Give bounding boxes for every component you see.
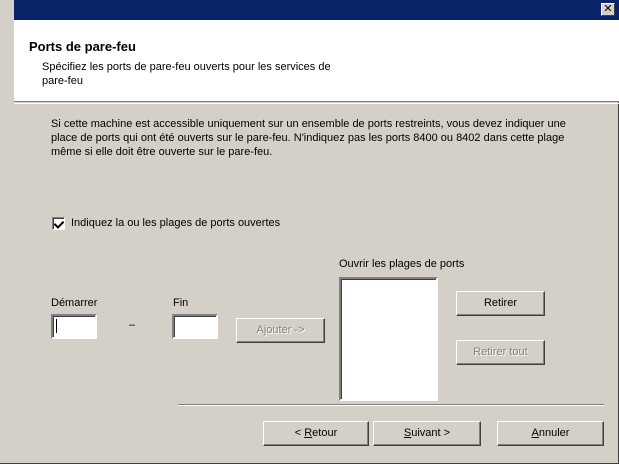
page-title: Ports de pare-feu bbox=[29, 39, 136, 54]
remove-button[interactable]: Retirer bbox=[456, 291, 545, 316]
cancel-button[interactable]: Annuler bbox=[497, 421, 604, 446]
cancel-hotkey: A bbox=[531, 427, 539, 439]
footer-divider bbox=[178, 404, 604, 406]
wizard-header: Ports de pare-feu Spécifiez les ports de… bbox=[14, 20, 619, 102]
port-ranges-checkbox-label: Indiquez la ou les plages de ports ouver… bbox=[71, 217, 281, 229]
back-button[interactable]: < Retour bbox=[263, 421, 369, 446]
close-button[interactable]: ✕ bbox=[601, 3, 615, 16]
wizard-window: ✕ Ports de pare-feu Spécifiez les ports … bbox=[0, 0, 619, 464]
page-subtitle: Spécifiez les ports de pare-feu ouverts … bbox=[42, 61, 331, 87]
end-port-input[interactable] bbox=[172, 314, 218, 339]
remove-all-button[interactable]: Retirer tout bbox=[456, 340, 545, 365]
port-ranges-checkbox-row[interactable]: Indiquez la ou les plages de ports ouver… bbox=[52, 215, 280, 231]
port-ranges-checkbox[interactable] bbox=[52, 216, 65, 230]
back-prefix: < bbox=[294, 427, 305, 439]
end-port-label: Fin bbox=[173, 297, 189, 309]
start-port-label: Démarrer bbox=[51, 297, 98, 309]
cancel-label: nnuler bbox=[538, 427, 570, 439]
description-text: Si cette machine est accessible uniqueme… bbox=[51, 118, 566, 158]
add-range-button[interactable]: Ajouter -> bbox=[236, 318, 325, 343]
header-divider bbox=[14, 103, 619, 104]
text-caret bbox=[56, 319, 57, 333]
start-port-input[interactable] bbox=[51, 314, 97, 339]
range-dash: – bbox=[129, 319, 136, 331]
next-button[interactable]: Suivant > bbox=[373, 421, 481, 446]
next-label: uivant > bbox=[411, 427, 451, 439]
open-ranges-label: Ouvrir les plages de ports bbox=[339, 258, 465, 270]
back-hotkey: R bbox=[304, 427, 313, 439]
title-bar[interactable]: ✕ bbox=[14, 0, 619, 20]
close-icon: ✕ bbox=[603, 3, 613, 15]
open-ranges-listbox[interactable] bbox=[339, 277, 438, 401]
back-label: etour bbox=[312, 427, 338, 439]
